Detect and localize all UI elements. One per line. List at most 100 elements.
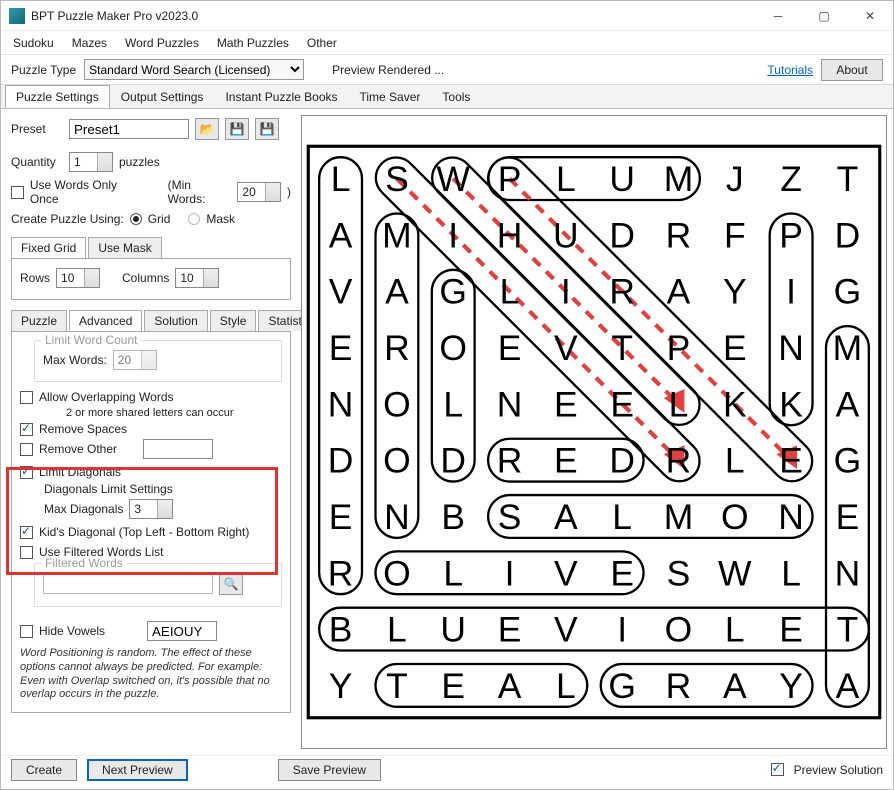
svg-text:U: U <box>609 159 635 199</box>
create-using-mask-label: Mask <box>206 212 235 226</box>
svg-text:R: R <box>666 666 692 706</box>
preview-solution-checkbox[interactable] <box>771 763 784 776</box>
remove-spaces-checkbox[interactable] <box>20 423 33 436</box>
menu-other[interactable]: Other <box>307 36 337 50</box>
save-preset-as-button[interactable]: 💾 <box>255 118 279 140</box>
quantity-label: Quantity <box>11 155 63 169</box>
remove-other-input[interactable] <box>143 439 213 459</box>
menu-sudoku[interactable]: Sudoku <box>13 36 54 50</box>
tutorials-link[interactable]: Tutorials <box>767 63 813 77</box>
svg-text:A: A <box>385 272 409 312</box>
svg-text:E: E <box>610 384 634 424</box>
quantity-suffix: puzzles <box>119 155 160 169</box>
svg-text:N: N <box>384 497 410 537</box>
svg-text:A: A <box>836 384 860 424</box>
create-using-grid-radio[interactable] <box>130 213 142 225</box>
svg-text:Y: Y <box>779 666 803 706</box>
svg-text:H: H <box>497 215 523 255</box>
svg-text:N: N <box>778 328 804 368</box>
menubar: Sudoku Mazes Word Puzzles Math Puzzles O… <box>1 31 893 55</box>
svg-text:S: S <box>667 553 691 593</box>
save-preview-button[interactable]: Save Preview <box>278 759 381 781</box>
tab-tools[interactable]: Tools <box>431 85 481 108</box>
allow-overlap-label: Allow Overlapping Words <box>39 390 174 404</box>
subtab-puzzle[interactable]: Puzzle <box>11 310 67 331</box>
max-words-label: Max Words: <box>43 353 107 367</box>
quantity-stepper[interactable]: 1 <box>69 152 113 172</box>
subtab-statistics[interactable]: Statistics <box>258 310 301 331</box>
window-maximize-button[interactable]: ▢ <box>801 1 847 31</box>
puzzle-type-label: Puzzle Type <box>11 63 76 77</box>
svg-text:W: W <box>436 159 470 199</box>
limit-diagonals-checkbox[interactable] <box>20 466 33 479</box>
hide-vowels-input[interactable] <box>147 621 217 641</box>
svg-text:G: G <box>439 272 467 312</box>
subtab-solution[interactable]: Solution <box>144 310 207 331</box>
rows-stepper[interactable]: 10 <box>56 268 100 288</box>
tab-fixed-grid[interactable]: Fixed Grid <box>11 237 86 258</box>
overlap-note: 2 or more shared letters can occur <box>66 407 234 419</box>
save-preset-button[interactable]: 💾 <box>225 118 249 140</box>
svg-text:L: L <box>556 666 576 706</box>
use-words-once-checkbox[interactable] <box>11 186 24 199</box>
svg-text:V: V <box>554 328 578 368</box>
svg-text:I: I <box>617 610 627 650</box>
max-diagonals-stepper[interactable]: 3 <box>129 499 173 519</box>
svg-text:O: O <box>383 384 411 424</box>
svg-text:T: T <box>837 159 859 199</box>
svg-text:D: D <box>835 215 861 255</box>
use-filtered-list-checkbox[interactable] <box>20 546 33 559</box>
cols-stepper[interactable]: 10 <box>175 268 219 288</box>
menu-mazes[interactable]: Mazes <box>72 36 107 50</box>
kids-diagonal-checkbox[interactable] <box>20 526 33 539</box>
min-words-stepper[interactable]: 20 <box>237 182 281 202</box>
svg-text:U: U <box>553 215 579 255</box>
subtab-advanced[interactable]: Advanced <box>69 310 142 331</box>
next-preview-button[interactable]: Next Preview <box>87 759 188 781</box>
window-close-button[interactable]: ✕ <box>847 1 893 31</box>
svg-text:I: I <box>505 553 515 593</box>
browse-filtered-words-button[interactable]: 🔍 <box>219 573 243 595</box>
create-button[interactable]: Create <box>11 759 77 781</box>
svg-text:S: S <box>385 159 409 199</box>
svg-text:A: A <box>836 666 860 706</box>
window-minimize-button[interactable]: ─ <box>755 1 801 31</box>
max-words-stepper: 20 <box>113 350 157 370</box>
svg-text:G: G <box>608 666 636 706</box>
menu-wordpuzzles[interactable]: Word Puzzles <box>125 36 199 50</box>
tab-use-mask[interactable]: Use Mask <box>88 237 161 258</box>
svg-text:N: N <box>497 384 523 424</box>
subtab-style[interactable]: Style <box>210 310 257 331</box>
kids-diagonal-label: Kid's Diagonal (Top Left - Bottom Right) <box>39 525 249 539</box>
svg-text:P: P <box>498 159 522 199</box>
open-preset-button[interactable]: 📂 <box>195 118 219 140</box>
menu-mathpuzzles[interactable]: Math Puzzles <box>217 36 289 50</box>
svg-text:Z: Z <box>780 159 802 199</box>
svg-text:E: E <box>441 666 465 706</box>
tab-instant-books[interactable]: Instant Puzzle Books <box>214 85 348 108</box>
svg-text:E: E <box>610 553 634 593</box>
svg-text:E: E <box>498 328 522 368</box>
svg-text:W: W <box>718 553 752 593</box>
svg-text:L: L <box>387 610 407 650</box>
tab-time-saver[interactable]: Time Saver <box>349 85 432 108</box>
svg-text:P: P <box>779 215 803 255</box>
main-tabs: Puzzle Settings Output Settings Instant … <box>1 85 893 109</box>
svg-text:T: T <box>386 666 408 706</box>
allow-overlap-checkbox[interactable] <box>20 391 33 404</box>
tab-puzzle-settings[interactable]: Puzzle Settings <box>5 85 110 108</box>
svg-text:M: M <box>833 328 863 368</box>
app-icon <box>9 8 25 24</box>
hide-vowels-checkbox[interactable] <box>20 625 33 638</box>
svg-text:E: E <box>329 328 353 368</box>
about-button[interactable]: About <box>821 59 883 81</box>
remove-other-checkbox[interactable] <box>20 443 33 456</box>
preset-label: Preset <box>11 122 63 136</box>
preset-input[interactable] <box>69 119 189 139</box>
puzzle-type-select[interactable]: Standard Word Search (Licensed) <box>84 59 304 80</box>
svg-text:K: K <box>779 384 803 424</box>
tab-output-settings[interactable]: Output Settings <box>110 85 215 108</box>
svg-text:E: E <box>554 384 578 424</box>
titlebar: BPT Puzzle Maker Pro v2023.0 ─ ▢ ✕ <box>1 1 893 31</box>
puzzle-preview: LSWPLUMJZTAMIHUDRFPDVAGLIRAYIGEROEVTPENM… <box>301 115 887 749</box>
